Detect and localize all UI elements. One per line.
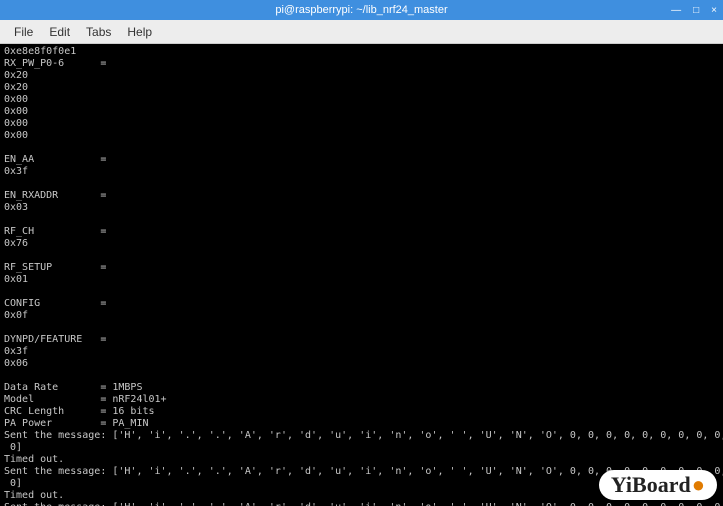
menu-tabs[interactable]: Tabs — [78, 23, 119, 41]
terminal-output[interactable]: 0xe8e8f0f0e1 RX_PW_P0-6 = 0x20 0x20 0x00… — [0, 44, 723, 506]
titlebar: pi@raspberrypi: ~/lib_nrf24_master — □ × — [0, 0, 723, 20]
menu-help[interactable]: Help — [119, 23, 160, 41]
menu-edit[interactable]: Edit — [41, 23, 78, 41]
menu-file[interactable]: File — [6, 23, 41, 41]
maximize-button[interactable]: □ — [691, 5, 701, 16]
watermark-logo: YiBoard ● — [599, 470, 717, 500]
menubar: File Edit Tabs Help — [0, 20, 723, 44]
watermark-dot-icon: ● — [692, 472, 705, 498]
minimize-button[interactable]: — — [669, 5, 683, 16]
window-controls: — □ × — [669, 5, 719, 16]
close-button[interactable]: × — [709, 5, 719, 16]
watermark-text: YiBoard — [611, 472, 691, 498]
window-title: pi@raspberrypi: ~/lib_nrf24_master — [275, 4, 447, 16]
